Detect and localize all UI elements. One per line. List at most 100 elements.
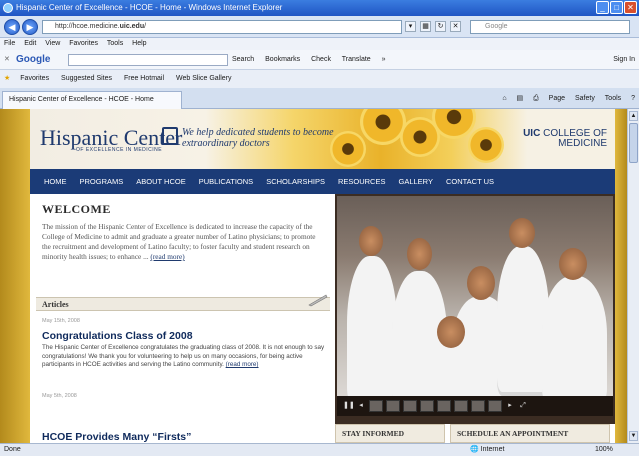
dropdown-icon[interactable]: ▾ (405, 21, 416, 32)
address-bar-row: ◀ ▶ http://hcoe.medicine.uic.edu/ ▾ ▦ ↻ … (0, 16, 639, 38)
star-icon: ★ (4, 75, 11, 82)
google-search-input[interactable] (68, 54, 228, 66)
article-excerpt: The Hispanic Center of Excellence congra… (42, 344, 325, 369)
site-header: Hispanic Center OF EXCELLENCE IN MEDICIN… (30, 109, 615, 169)
thumbnail[interactable] (454, 400, 468, 412)
toolbar-more-button[interactable]: » (382, 56, 386, 63)
next-icon[interactable]: ▸ (505, 400, 515, 412)
article-date: May 5th, 2008 (42, 393, 77, 399)
menu-view[interactable]: View (45, 40, 60, 47)
thumbnail[interactable] (437, 400, 451, 412)
address-domain: uic.edu (119, 23, 145, 30)
scroll-up-icon[interactable]: ▲ (629, 111, 638, 121)
photo-figure (509, 218, 535, 248)
toolbar-check-button[interactable]: Check (311, 56, 331, 63)
feeds-icon[interactable]: ▤ (517, 95, 524, 102)
tools-menu[interactable]: Tools (605, 95, 621, 102)
favorites-button[interactable]: Favorites (20, 75, 49, 82)
article-date: May 15th, 2008 (42, 318, 80, 324)
article-title-link[interactable]: HCOE Provides Many “Firsts” (42, 431, 191, 443)
search-input[interactable]: Google (470, 20, 630, 34)
address-input[interactable]: http://hcoe.medicine.uic.edu/ (42, 20, 402, 34)
uic-line2: MEDICINE (558, 138, 607, 149)
browser-window: Hispanic Center of Excellence - HCOE - H… (0, 0, 639, 456)
command-bar: ⌂ ▤ ⎙ Page Safety Tools ? (494, 88, 635, 109)
welcome-read-more-link[interactable]: (read more) (150, 252, 184, 261)
uic-logo[interactable]: UIC COLLEGE OF MEDICINE (523, 129, 607, 149)
favorites-bar: ★ Favorites Suggested Sites Free Hotmail … (0, 70, 639, 88)
scroll-thumb[interactable] (629, 123, 638, 163)
photo-figure (347, 256, 397, 396)
print-icon[interactable]: ⎙ (533, 95, 539, 102)
photo-gallery: ❚❚ ◂ ▸ ⤢ (335, 194, 615, 424)
toolbar-bookmarks-button[interactable]: Bookmarks (265, 56, 300, 63)
gallery-photo[interactable] (337, 196, 613, 396)
vertical-scrollbar[interactable]: ▲ ▼ (627, 109, 639, 443)
nav-scholarships[interactable]: SCHOLARSHIPS (266, 177, 325, 186)
nav-resources[interactable]: RESOURCES (338, 177, 386, 186)
compat-view-icon[interactable]: ▦ (420, 21, 431, 32)
security-zone: 🌐 Internet (470, 446, 505, 453)
menu-tools[interactable]: Tools (107, 40, 123, 47)
tab-active[interactable]: Hispanic Center of Excellence - HCOE - H… (2, 91, 182, 109)
sign-in-link[interactable]: Sign In (613, 50, 635, 69)
fav-web-slice-gallery[interactable]: Web Slice Gallery (176, 75, 232, 82)
schedule-appointment-box[interactable]: SCHEDULE AN APPOINTMENT (450, 424, 610, 443)
nav-home[interactable]: HOME (44, 177, 67, 186)
search-placeholder: Google (485, 23, 508, 30)
thumbnail[interactable] (488, 400, 502, 412)
back-button[interactable]: ◀ (4, 19, 20, 35)
google-toolbar: ✕ Google Search Bookmarks Check Translat… (0, 50, 639, 70)
site-container: Hispanic Center OF EXCELLENCE IN MEDICIN… (30, 109, 615, 443)
stop-icon[interactable]: ✕ (450, 21, 461, 32)
minimize-button[interactable]: _ (596, 1, 609, 14)
safety-menu[interactable]: Safety (575, 95, 595, 102)
refresh-icon[interactable]: ↻ (435, 21, 446, 32)
site-tagline: We help dedicated students to become ext… (182, 127, 334, 149)
menu-favorites[interactable]: Favorites (69, 40, 98, 47)
nav-contact-us[interactable]: CONTACT US (446, 177, 494, 186)
fav-free-hotmail[interactable]: Free Hotmail (124, 75, 164, 82)
page-background-left (0, 109, 30, 443)
article-title-link[interactable]: Congratulations Class of 2008 (42, 330, 193, 342)
close-button[interactable]: ✕ (624, 1, 637, 14)
page-menu[interactable]: Page (549, 95, 565, 102)
thumbnail[interactable] (369, 400, 383, 412)
forward-button[interactable]: ▶ (22, 19, 38, 35)
home-icon[interactable]: ⌂ (502, 95, 506, 102)
help-icon[interactable]: ? (631, 95, 635, 102)
nav-gallery[interactable]: GALLERY (398, 177, 432, 186)
stay-informed-box[interactable]: STAY INFORMED (335, 424, 445, 443)
title-bar: Hispanic Center of Excellence - HCOE - H… (0, 0, 639, 16)
menu-bar: File Edit View Favorites Tools Help (0, 38, 639, 50)
uic-wordmark: UIC (523, 128, 541, 139)
thumbnail[interactable] (386, 400, 400, 412)
photo-figure (407, 238, 432, 270)
nav-publications[interactable]: PUBLICATIONS (199, 177, 253, 186)
thumbnail[interactable] (471, 400, 485, 412)
maximize-button[interactable]: □ (610, 1, 623, 14)
fav-suggested-sites[interactable]: Suggested Sites (61, 75, 112, 82)
scroll-down-icon[interactable]: ▼ (629, 431, 638, 441)
main-nav: HOME PROGRAMS ABOUT HCOE PUBLICATIONS SC… (30, 169, 615, 194)
nav-programs[interactable]: PROGRAMS (80, 177, 124, 186)
site-logo-subtitle: OF EXCELLENCE IN MEDICINE (76, 147, 163, 153)
page-viewport: Hispanic Center OF EXCELLENCE IN MEDICIN… (0, 109, 627, 443)
menu-help[interactable]: Help (132, 40, 146, 47)
zone-label: Internet (480, 446, 505, 453)
nav-about-hcoe[interactable]: ABOUT HCOE (136, 177, 185, 186)
article-read-more-link[interactable]: (read more) (226, 361, 259, 368)
thumbnail[interactable] (403, 400, 417, 412)
prev-icon[interactable]: ◂ (356, 400, 366, 412)
fullscreen-icon[interactable]: ⤢ (518, 400, 528, 412)
thumbnail[interactable] (420, 400, 434, 412)
toolbar-search-button[interactable]: Search (232, 56, 254, 63)
menu-file[interactable]: File (4, 40, 15, 47)
toolbar-translate-button[interactable]: Translate (342, 56, 371, 63)
sunflower-image (468, 127, 504, 163)
pen-icon (308, 294, 328, 307)
close-toolbar-icon[interactable]: ✕ (4, 50, 10, 69)
menu-edit[interactable]: Edit (24, 40, 36, 47)
zoom-control[interactable]: 100% (595, 444, 613, 456)
pause-icon[interactable]: ❚❚ (343, 400, 355, 412)
